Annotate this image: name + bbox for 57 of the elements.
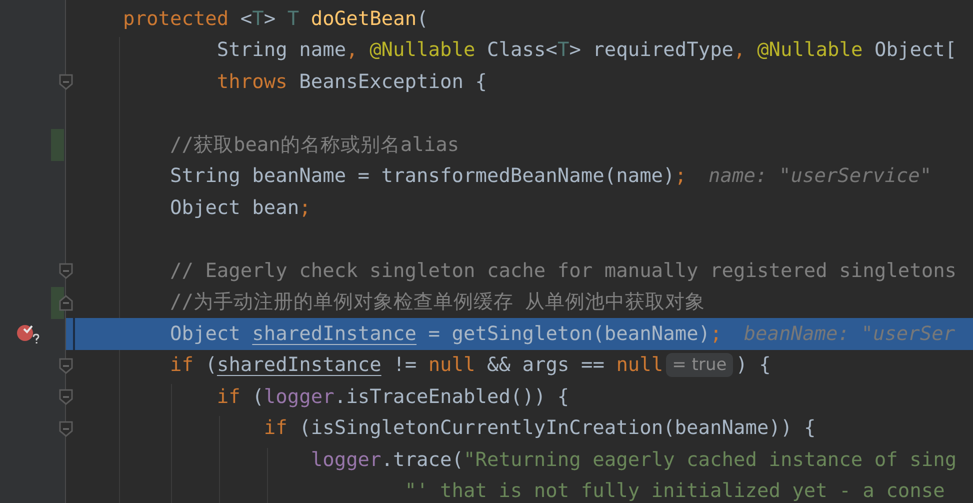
code-text: Object[ [874, 38, 957, 62]
code-text: = getSingleton(beanName) [428, 322, 710, 346]
code-field: logger [264, 384, 334, 409]
code-annotation: @Nullable [370, 38, 476, 62]
code-text: > [264, 6, 276, 31]
code-text: ( [416, 6, 428, 31]
code-keyword: if [170, 353, 194, 378]
fold-marker-icon[interactable] [59, 74, 73, 90]
inlay-hint: = true [666, 353, 733, 378]
code-field: logger [310, 448, 382, 472]
fold-marker-icon[interactable] [59, 294, 73, 310]
code-text: .trace( [381, 448, 464, 472]
code-text: .isTraceEnabled()) { [334, 384, 570, 409]
fold-marker-icon[interactable] [59, 420, 73, 436]
code-comment: //获取bean的名称或别名alias [170, 132, 460, 157]
code-text: ( [205, 353, 217, 378]
code-type-parameter: T [252, 6, 264, 31]
code-keyword: if [216, 384, 240, 409]
code-keyword: if [264, 416, 288, 440]
breakpoint-icon[interactable] [16, 323, 42, 345]
code-variable: sharedInstance [216, 353, 382, 378]
code-text: Class< [486, 38, 558, 62]
code-keyword: throws [216, 70, 288, 94]
code-method-name: doGetBean [310, 6, 417, 31]
code-string: "Returning eagerly cached instance of sing [463, 448, 957, 472]
inline-value-hint: name: "userService" [708, 164, 932, 188]
code-type-parameter: T [557, 38, 570, 62]
code-keyword: , [346, 38, 358, 62]
code-text: Object [170, 322, 240, 346]
code-text: && args == [487, 353, 604, 378]
code-annotation: @Nullable [757, 38, 863, 62]
code-text: != [393, 353, 417, 378]
code-string: "' that is not fully initialized yet - a conse [404, 479, 945, 503]
code-text: (isSingletonCurrentlyInCreation(beanName)) { [299, 416, 816, 440]
inline-value-hint: beanName: "userSer [744, 322, 956, 346]
code-text: String beanName = transformedBeanName(name) [170, 164, 675, 188]
code-text: < [240, 6, 252, 31]
code-text: BeansException { [299, 70, 487, 94]
code-keyword: protected [123, 6, 229, 31]
code-type-parameter: T [287, 6, 300, 31]
code-text: > requiredType [569, 38, 734, 62]
code-comment: // Eagerly check singleton cache for manually registered singletons [170, 258, 957, 283]
code-text: ( [252, 384, 264, 409]
code-variable: sharedInstance [252, 322, 417, 346]
code-keyword: ; [299, 196, 311, 220]
code-keyword: null [616, 353, 664, 378]
code-comment: //为手动注册的单例对象检查单例缓存 从单例池中获取对象 [170, 290, 706, 314]
code-keyword: null [428, 353, 476, 378]
fold-marker-icon[interactable] [59, 358, 73, 374]
code-keyword: ; [674, 164, 687, 188]
code-text: String name [216, 38, 346, 62]
fold-marker-icon[interactable] [59, 263, 73, 279]
code-text: Object bean [170, 196, 300, 220]
code-text: ) { [736, 353, 771, 378]
code-keyword: ; [710, 322, 722, 346]
fold-marker-icon[interactable] [59, 389, 73, 405]
code-keyword: , [734, 38, 746, 62]
